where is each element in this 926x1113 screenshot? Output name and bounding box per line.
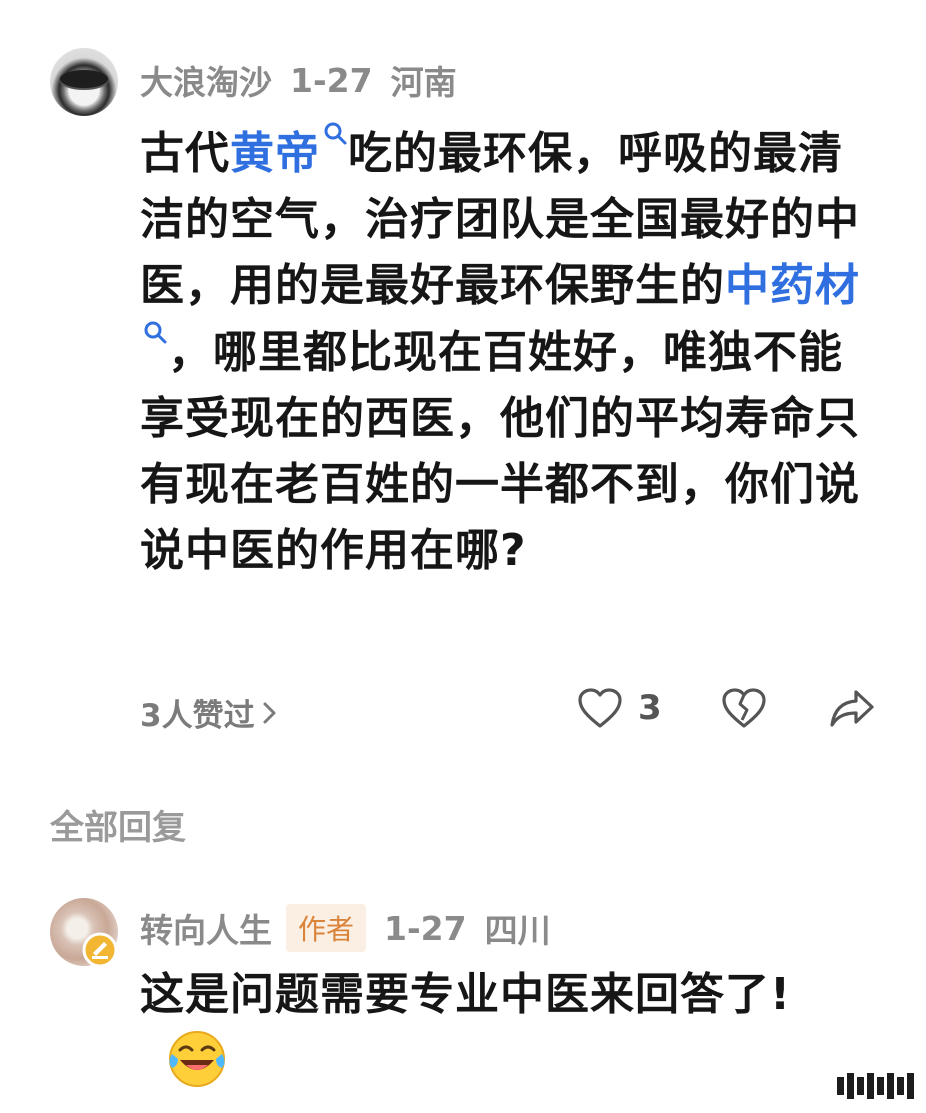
comment-text: 古代黄帝 吃的最环保，呼吸的最清洁的空气，治疗团队是全国最好的中医，用的是最好最环… <box>140 120 870 584</box>
comment-text-part: ，哪里都比现在百姓好，唯独不能享受现在的西医，他们的平均寿命只有现在老百姓的一半… <box>140 327 860 576</box>
comment-text-part: 古代 <box>140 128 230 179</box>
comment-actions: 3人赞过 3 <box>140 682 880 734</box>
reply-username[interactable]: 转向人生 <box>140 904 272 952</box>
like-count: 3 <box>638 688 662 728</box>
username[interactable]: 大浪淘沙 <box>140 56 272 104</box>
keyword-link-label[interactable]: 黄帝 <box>230 128 320 179</box>
broken-heart-icon[interactable] <box>720 686 768 730</box>
author-badge: 作者 <box>286 904 367 952</box>
laughing-crying-emoji <box>169 1031 225 1087</box>
likers-link[interactable]: 3人赞过 <box>140 690 279 735</box>
avatar[interactable] <box>50 48 118 116</box>
heart-icon[interactable] <box>576 686 624 730</box>
comment-date: 1-27 <box>290 60 373 100</box>
likers-label[interactable]: 3人赞过 <box>140 690 255 735</box>
reply-meta: 转向人生 作者 1-27 四川 <box>140 904 551 952</box>
comment-location: 河南 <box>390 63 457 102</box>
watermark <box>837 1073 914 1099</box>
author-badge-icon <box>82 932 118 968</box>
comment-meta: 大浪淘沙 1-27 河南 <box>140 56 457 104</box>
reply-date: 1-27 <box>384 908 467 948</box>
keyword-link-label[interactable]: 中药材 <box>725 260 860 311</box>
replies-section-title: 全部回复 <box>50 808 186 848</box>
share-icon[interactable] <box>828 686 876 730</box>
reply-location: 四川 <box>484 911 551 950</box>
keyword-link-huangdi[interactable]: 黄帝 <box>230 122 348 179</box>
search-icon[interactable] <box>142 319 168 345</box>
search-icon[interactable] <box>322 120 348 146</box>
chevron-right-icon[interactable] <box>261 699 279 727</box>
reply-text-body: 这是问题需要专业中医来回答了! <box>140 969 792 1020</box>
reply-text: 这是问题需要专业中医来回答了! <box>140 962 820 1099</box>
